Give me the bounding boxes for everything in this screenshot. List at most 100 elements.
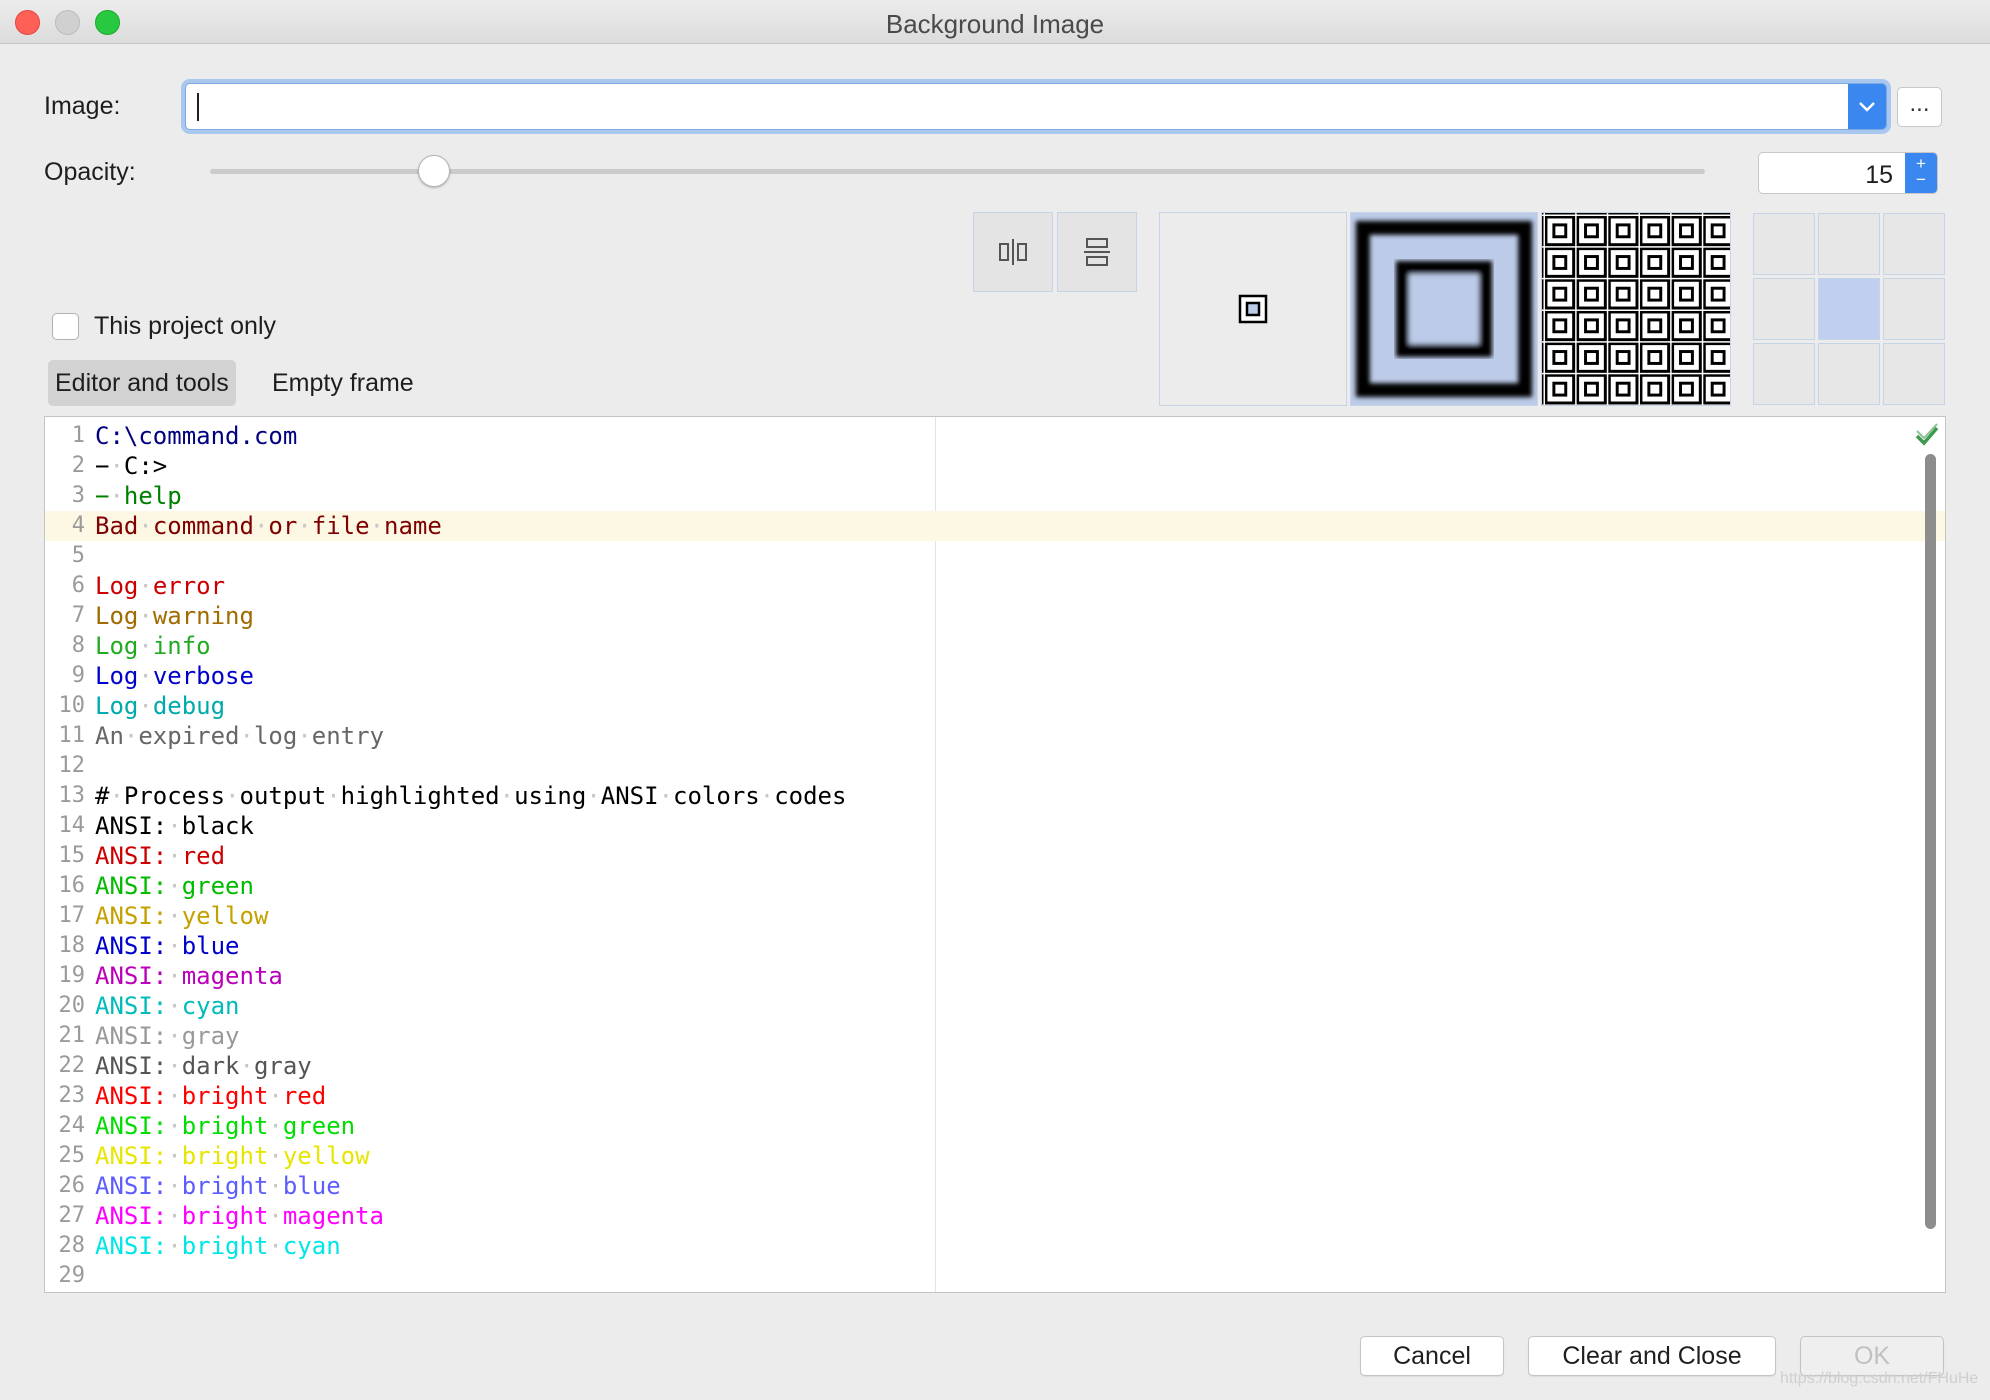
code-text: Bad·command·or·file·name <box>95 512 442 540</box>
line-number: 21 <box>58 1023 86 1048</box>
code-line[interactable]: 9 Log·verbose <box>45 661 1945 691</box>
anchor-middle-left[interactable] <box>1753 278 1815 340</box>
code-line[interactable]: 26 ANSI:·bright·blue <box>45 1171 1945 1201</box>
code-line[interactable]: 10 Log·debug <box>45 691 1945 721</box>
code-line[interactable]: 2 −·C:> <box>45 451 1945 481</box>
cancel-button[interactable]: Cancel <box>1360 1336 1504 1376</box>
code-line[interactable]: 12 <box>45 751 1945 781</box>
code-line[interactable]: 27 ANSI:·bright·magenta <box>45 1201 1945 1231</box>
line-number: 22 <box>58 1053 86 1078</box>
line-number: 28 <box>58 1233 86 1258</box>
opacity-stepper-buttons[interactable]: + − <box>1905 153 1937 193</box>
code-text: ANSI:·black <box>95 812 254 840</box>
watermark: https://blog.csdn.net/FHuHe <box>1780 1370 1979 1387</box>
code-line[interactable]: 7 Log·warning <box>45 601 1945 631</box>
code-line[interactable]: 29 <box>45 1261 1945 1291</box>
code-text: Log·info <box>95 632 211 660</box>
line-number: 8 <box>71 633 85 658</box>
code-text: Log·error <box>95 572 226 600</box>
vertical-scrollbar-thumb[interactable] <box>1925 454 1936 1229</box>
line-number: 3 <box>71 483 85 508</box>
decrement-icon[interactable]: − <box>1905 171 1937 188</box>
line-number: 25 <box>58 1143 86 1168</box>
code-line[interactable]: 22 ANSI:·dark·gray <box>45 1051 1945 1081</box>
code-line[interactable]: 8 Log·info <box>45 631 1945 661</box>
code-text: ANSI:·green <box>95 872 254 900</box>
anchor-top-left[interactable] <box>1753 213 1815 275</box>
project-only-checkbox[interactable] <box>52 313 79 340</box>
line-number: 26 <box>58 1173 86 1198</box>
code-text: C:\command.com <box>95 422 298 450</box>
line-number: 6 <box>71 573 85 598</box>
flip-vertical-icon <box>1084 238 1110 266</box>
code-line[interactable]: 4 Bad·command·or·file·name <box>45 511 1945 541</box>
anchor-position-grid[interactable] <box>1753 213 1945 405</box>
flip-horizontal-icon <box>999 239 1027 265</box>
line-number: 19 <box>58 963 86 988</box>
code-text: ANSI:·bright·blue <box>95 1172 341 1200</box>
code-line[interactable]: 23 ANSI:·bright·red <box>45 1081 1945 1111</box>
line-number: 17 <box>58 903 86 928</box>
code-line[interactable]: 25 ANSI:·bright·yellow <box>45 1141 1945 1171</box>
anchor-bottom-left[interactable] <box>1753 343 1815 405</box>
anchor-middle-right[interactable] <box>1883 278 1945 340</box>
tab-empty-frame[interactable]: Empty frame <box>265 360 421 406</box>
fill-scale-option[interactable] <box>1350 212 1538 406</box>
clear-and-close-button[interactable]: Clear and Close <box>1528 1336 1776 1376</box>
anchor-top-center[interactable] <box>1818 213 1880 275</box>
code-text: Log·debug <box>95 692 226 720</box>
code-line[interactable]: 1 C:\command.com <box>45 421 1945 451</box>
code-line[interactable]: 14 ANSI:·black <box>45 811 1945 841</box>
opacity-label: Opacity: <box>44 158 136 186</box>
tile-image-icon <box>1542 213 1730 405</box>
chevron-down-icon <box>1859 101 1875 112</box>
line-number: 5 <box>71 543 85 568</box>
flip-vertical-button[interactable] <box>1057 212 1137 292</box>
center-image-icon <box>1238 294 1268 324</box>
code-line[interactable]: 15 ANSI:·red <box>45 841 1945 871</box>
dropdown-arrow-button[interactable] <box>1848 84 1886 129</box>
opacity-spinner[interactable]: 15 + − <box>1758 152 1938 194</box>
code-text: ANSI:·bright·yellow <box>95 1142 370 1170</box>
code-line[interactable]: 6 Log·error <box>45 571 1945 601</box>
line-number: 13 <box>58 783 86 808</box>
code-line[interactable]: 11 An·expired·log·entry <box>45 721 1945 751</box>
code-text: An·expired·log·entry <box>95 722 385 750</box>
code-text: ANSI:·bright·cyan <box>95 1232 341 1260</box>
anchor-top-right[interactable] <box>1883 213 1945 275</box>
code-text: #·Process·output·highlighted·using·ANSI·… <box>95 782 847 810</box>
image-path-input[interactable] <box>196 88 1826 125</box>
code-line[interactable]: 28 ANSI:·bright·cyan <box>45 1231 1945 1261</box>
browse-button[interactable]: ... <box>1897 87 1942 127</box>
opacity-slider-thumb[interactable] <box>418 155 450 187</box>
code-line[interactable]: 5 <box>45 541 1945 571</box>
editor-preview[interactable]: 1 C:\command.com 2 −·C:> 3 −·help 4 Bad·command… <box>44 416 1946 1293</box>
code-text: ANSI:·blue <box>95 932 240 960</box>
flip-horizontal-button[interactable] <box>973 212 1053 292</box>
code-line[interactable]: 20 ANSI:·cyan <box>45 991 1945 1021</box>
tab-editor-and-tools[interactable]: Editor and tools <box>48 360 236 406</box>
code-line[interactable]: 24 ANSI:·bright·green <box>45 1111 1945 1141</box>
code-line[interactable]: 21 ANSI:·gray <box>45 1021 1945 1051</box>
opacity-value[interactable]: 15 <box>1865 161 1893 190</box>
line-number: 14 <box>58 813 86 838</box>
code-line[interactable]: 3 −·help <box>45 481 1945 511</box>
code-text: ANSI:·gray <box>95 1022 240 1050</box>
fill-tile-option[interactable] <box>1541 212 1731 406</box>
code-text: ANSI:·dark·gray <box>95 1052 312 1080</box>
image-path-combobox[interactable] <box>185 83 1887 130</box>
code-line[interactable]: 19 ANSI:·magenta <box>45 961 1945 991</box>
project-only-label[interactable]: This project only <box>94 312 276 341</box>
code-line[interactable]: 13 #·Process·output·highlighted·using·ANS… <box>45 781 1945 811</box>
anchor-bottom-center[interactable] <box>1818 343 1880 405</box>
line-number: 2 <box>71 453 85 478</box>
code-text: −·C:> <box>95 452 168 480</box>
fill-center-option[interactable] <box>1159 212 1347 406</box>
code-line[interactable]: 16 ANSI:·green <box>45 871 1945 901</box>
code-line[interactable]: 18 ANSI:·blue <box>45 931 1945 961</box>
code-text: −·help <box>95 482 182 510</box>
anchor-bottom-right[interactable] <box>1883 343 1945 405</box>
image-label: Image: <box>44 92 121 120</box>
anchor-center[interactable] <box>1818 278 1880 340</box>
code-line[interactable]: 17 ANSI:·yellow <box>45 901 1945 931</box>
